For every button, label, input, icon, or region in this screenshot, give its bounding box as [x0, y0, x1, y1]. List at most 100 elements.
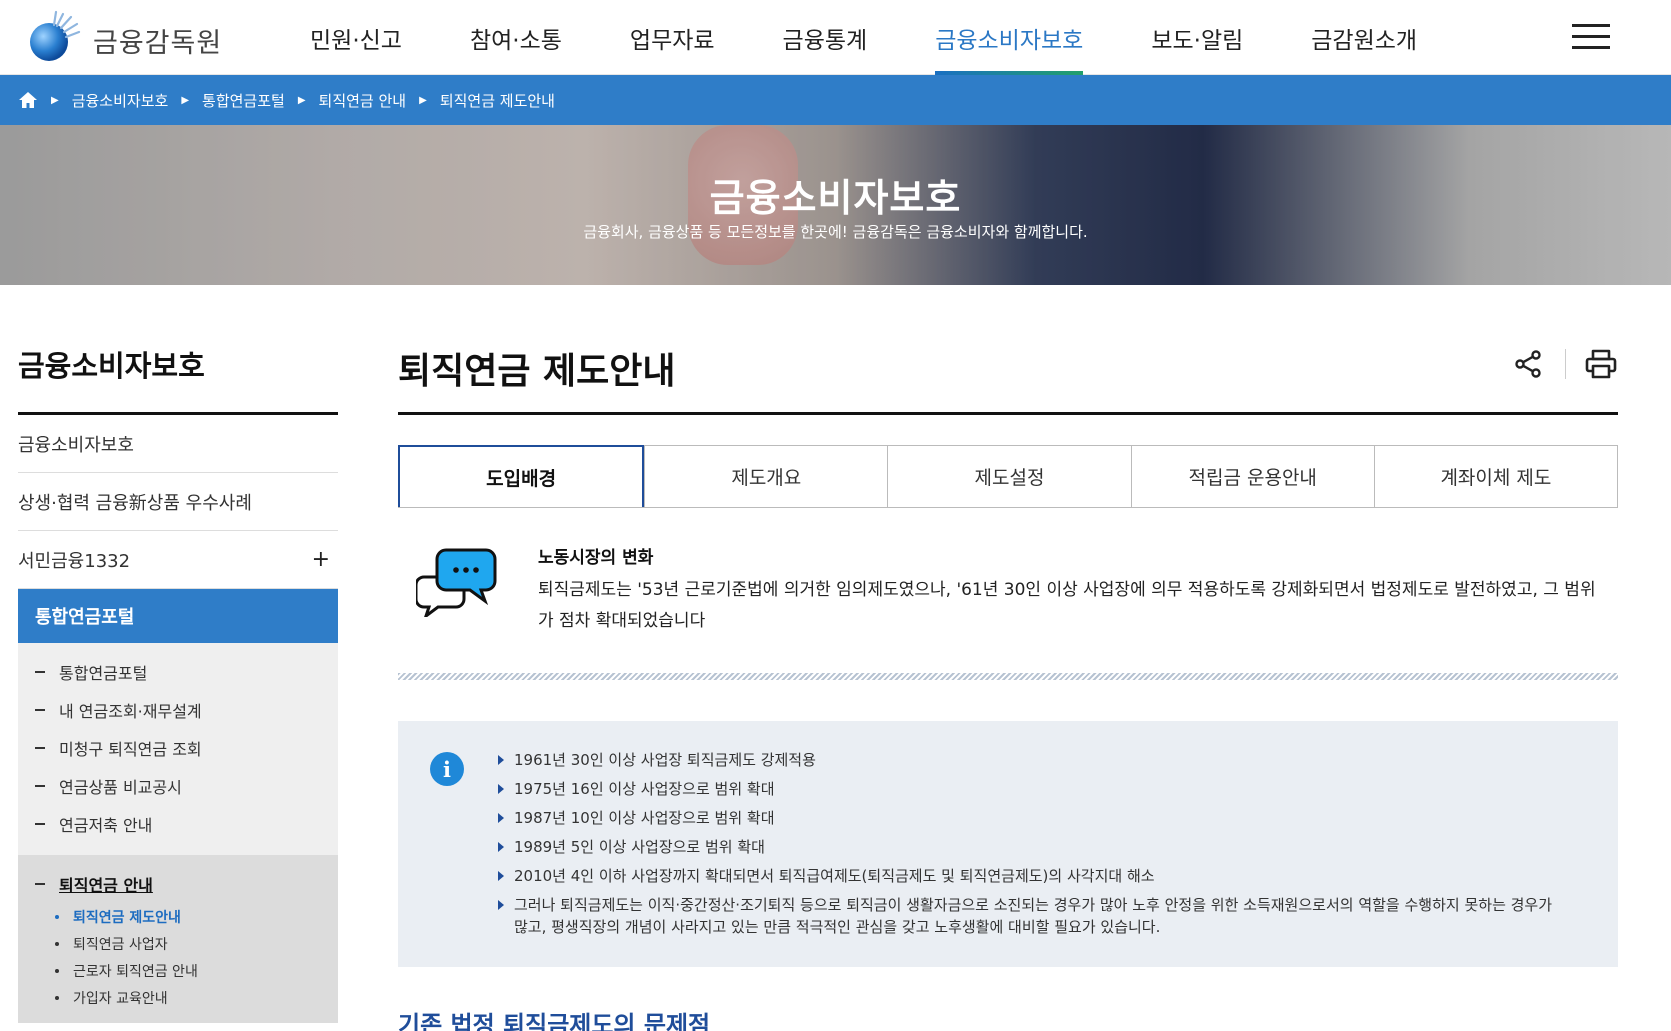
nav-item-participation[interactable]: 참여·소통 [470, 0, 562, 75]
submenu-item[interactable]: 미청구 퇴직연금 조회 [18, 729, 338, 767]
third-menu-label: 퇴직연금 사업자 [73, 936, 168, 953]
triangle-bullet-icon [498, 784, 504, 794]
submenu-item[interactable]: 연금저축 안내 [18, 805, 338, 843]
section-banner: 금융소비자보호 금융회사, 금융상품 등 모든정보를 한곳에! 금융감독은 금융… [0, 125, 1671, 285]
dash-icon [35, 747, 45, 749]
third-menu-item-current[interactable]: 퇴직연금 제도안내 [18, 903, 338, 930]
hamburger-menu-icon [1572, 46, 1610, 49]
logo-text: 금융감독원 [93, 27, 223, 59]
info-box: i 1961년 30인 이상 사업장 퇴직금제도 강제적용 1975년 16인 … [398, 721, 1618, 967]
breadcrumb-item[interactable]: 퇴직연금 안내 [319, 90, 407, 111]
nav-label: 금융소비자보호 [935, 27, 1084, 54]
fss-logo[interactable]: 금융감독원 [27, 10, 222, 64]
expand-plus-icon[interactable]: + [312, 547, 330, 572]
print-icon[interactable] [1584, 347, 1618, 381]
section-title-problems: 기존 법정 퇴직금제도의 문제점 [398, 1011, 711, 1031]
nav-label: 보도·알림 [1151, 27, 1244, 54]
content-tabs: 도입배경 제도개요 제도설정 적립금 운용안내 계좌이체 제도 [398, 445, 1618, 508]
submenu-item[interactable]: 연금상품 비교공시 [18, 767, 338, 805]
list-item: 1989년 5인 이상 사업장으로 범위 확대 [498, 836, 1568, 858]
submenu-item[interactable]: 내 연금조회·재무설계 [18, 691, 338, 729]
sidebar-item-label: 상생·협력 금융新상품 우수사례 [18, 492, 252, 514]
list-item: 1961년 30인 이상 사업장 퇴직금제도 강제적용 [498, 749, 1568, 771]
tab-label: 계좌이체 제도 [1440, 467, 1552, 489]
title-divider [398, 412, 1618, 415]
dash-icon [35, 709, 45, 711]
hamburger-menu-icon [1572, 24, 1610, 27]
sidebar-menu: 금융소비자보호 상생·협력 금융新상품 우수사례 서민금융1332 + 통합연금… [18, 415, 338, 1023]
site-header: 금융감독원 민원·신고 참여·소통 업무자료 금융통계 금융소비자보호 보도·알… [0, 0, 1671, 75]
sidebar-current-submenu: 퇴직연금 안내 퇴직연금 제도안내 퇴직연금 사업자 근로자 퇴직연금 안내 가… [18, 855, 338, 1023]
chevron-right-icon: ▶ [297, 94, 306, 106]
sidebar-item-label: 통합연금포털 [35, 607, 135, 628]
hamburger-menu-button[interactable] [1572, 24, 1610, 50]
third-menu-item[interactable]: 가입자 교육안내 [18, 984, 338, 1011]
nav-item-civil[interactable]: 민원·신고 [310, 0, 402, 75]
page-tools [1511, 347, 1618, 381]
banner-title: 금융소비자보호 [709, 176, 962, 220]
dash-icon [35, 883, 45, 885]
list-item-text: 1987년 10인 이상 사업장으로 범위 확대 [514, 809, 775, 827]
nav-label: 참여·소통 [469, 27, 562, 54]
list-item-text: 2010년 4인 이하 사업장까지 확대되면서 퇴직급여제도(퇴직금제도 및 퇴… [514, 867, 1155, 885]
nav-label: 업무자료 [629, 27, 715, 54]
home-icon[interactable] [18, 90, 38, 110]
nav-item-work-data[interactable]: 업무자료 [630, 0, 715, 75]
submenu-label: 연금저축 안내 [59, 816, 153, 835]
sidebar-item-consumer-protection[interactable]: 금융소비자보호 [18, 415, 338, 473]
info-icon: i [430, 752, 464, 786]
third-menu-item[interactable]: 근로자 퇴직연금 안내 [18, 957, 338, 984]
hamburger-menu-icon [1572, 35, 1610, 38]
sidebar-item-pension-portal[interactable]: 통합연금포털 [18, 589, 338, 643]
sidebar-submenu: 통합연금포털 내 연금조회·재무설계 미청구 퇴직연금 조회 연금상품 비교공시… [18, 643, 338, 855]
sidebar-item-win-win-products[interactable]: 상생·협력 금융新상품 우수사례 [18, 473, 338, 531]
third-menu-item[interactable]: 퇴직연금 사업자 [18, 930, 338, 957]
share-icon[interactable] [1511, 347, 1545, 381]
dash-icon [35, 823, 45, 825]
list-item: 그러나 퇴직금제도는 이직·중간정산·조기퇴직 등으로 퇴직금이 생활자금으로 … [498, 894, 1568, 938]
list-item: 2010년 4인 이하 사업장까지 확대되면서 퇴직급여제도(퇴직금제도 및 퇴… [498, 865, 1568, 887]
nav-item-consumer-protection[interactable]: 금융소비자보호 [935, 0, 1084, 75]
tab-setup[interactable]: 제도설정 [887, 446, 1130, 507]
nav-item-about[interactable]: 금감원소개 [1311, 0, 1417, 75]
tab-account-transfer[interactable]: 계좌이체 제도 [1373, 446, 1617, 507]
nav-label: 금감원소개 [1311, 27, 1418, 54]
breadcrumb: ▶ 금융소비자보호 ▶ 통합연금포털 ▶ 퇴직연금 안내 ▶ 퇴직연금 제도안내 [0, 75, 1671, 125]
tool-divider [1565, 349, 1566, 379]
list-item: 1987년 10인 이상 사업장으로 범위 확대 [498, 807, 1568, 829]
chevron-right-icon: ▶ [181, 94, 190, 106]
triangle-bullet-icon [498, 813, 504, 823]
breadcrumb-item[interactable]: 금융소비자보호 [72, 90, 169, 111]
bullet-icon [55, 914, 59, 919]
tab-overview[interactable]: 제도개요 [644, 446, 887, 507]
bullet-icon [55, 968, 59, 973]
sidebar-item-seomin-1332[interactable]: 서민금융1332 + [18, 531, 338, 589]
breadcrumb-item-current[interactable]: 퇴직연금 제도안내 [440, 90, 555, 111]
hatched-divider [398, 673, 1618, 680]
globe-logo-icon [30, 10, 81, 61]
intro-text: 퇴직금제도는 '53년 근로기준법에 의거한 임의제도였으나, '61년 30인… [538, 580, 1596, 631]
chevron-right-icon: ▶ [51, 94, 59, 106]
intro-heading: 노동시장의 변화 [538, 548, 654, 568]
submenu-label: 퇴직연금 안내 [59, 876, 153, 895]
triangle-bullet-icon [498, 900, 504, 910]
triangle-bullet-icon [498, 842, 504, 852]
nav-item-statistics[interactable]: 금융통계 [783, 0, 868, 75]
submenu-item[interactable]: 통합연금포털 [18, 653, 338, 691]
submenu-label: 연금상품 비교공시 [59, 778, 182, 797]
submenu-label: 미청구 퇴직연금 조회 [59, 740, 202, 759]
bullet-icon [55, 995, 59, 1000]
tab-background[interactable]: 도입배경 [398, 445, 645, 507]
triangle-bullet-icon [498, 755, 504, 765]
speech-bubble-icon [416, 548, 497, 617]
tab-label: 제도개요 [731, 467, 802, 489]
nav-item-press[interactable]: 보도·알림 [1151, 0, 1243, 75]
list-item-text: 1989년 5인 이상 사업장으로 범위 확대 [514, 838, 765, 856]
breadcrumb-item[interactable]: 통합연금포털 [202, 90, 285, 111]
history-list: 1961년 30인 이상 사업장 퇴직금제도 강제적용 1975년 16인 이상… [498, 749, 1568, 945]
sidebar-title: 금융소비자보호 [18, 349, 205, 383]
tab-fund-management[interactable]: 적립금 운용안내 [1130, 446, 1374, 507]
bullet-icon [55, 941, 59, 946]
submenu-item-retirement-pension[interactable]: 퇴직연금 안내 [18, 865, 338, 903]
dash-icon [35, 785, 45, 787]
